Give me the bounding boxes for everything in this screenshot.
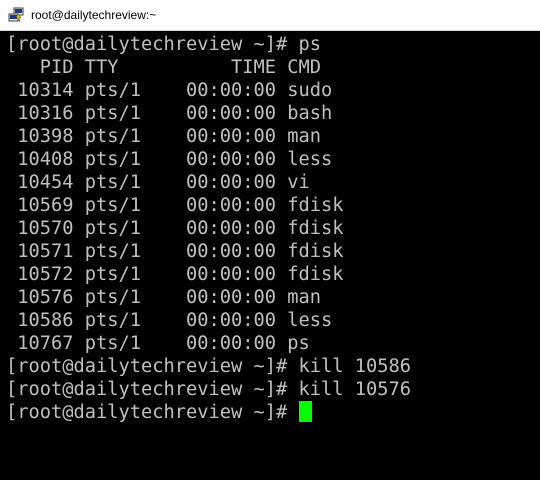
terminal-line: 10454 pts/1 00:00:00 vi [6, 172, 310, 193]
title-bar[interactable]: root@dailytechreview:~ [0, 0, 540, 31]
terminal-line: 10314 pts/1 00:00:00 sudo [6, 80, 333, 101]
terminal-line: 10408 pts/1 00:00:00 less [6, 149, 333, 170]
terminal-lines: [root@dailytechreview ~]# ps PID TTY TIM… [6, 33, 411, 424]
terminal-line: [root@dailytechreview ~]# kill 10586 [6, 356, 412, 377]
putty-icon[interactable] [8, 7, 24, 23]
terminal-line: 10767 pts/1 00:00:00 ps [6, 333, 310, 354]
terminal-line: [root@dailytechreview ~]# ps [6, 34, 322, 55]
terminal-line: [root@dailytechreview ~]# kill 10576 [6, 379, 412, 400]
current-prompt: [root@dailytechreview ~]# [6, 402, 299, 423]
terminal-line: 10570 pts/1 00:00:00 fdisk [6, 218, 344, 239]
terminal-line: 10571 pts/1 00:00:00 fdisk [6, 241, 344, 262]
terminal-output[interactable]: [root@dailytechreview ~]# ps PID TTY TIM… [0, 31, 540, 480]
terminal-line: 10569 pts/1 00:00:00 fdisk [6, 195, 344, 216]
terminal-line: 10586 pts/1 00:00:00 less [6, 310, 333, 331]
terminal-line: 10572 pts/1 00:00:00 fdisk [6, 264, 344, 285]
terminal-prompt-line[interactable]: [root@dailytechreview ~]# [6, 401, 411, 424]
terminal-line: PID TTY TIME CMD [6, 57, 322, 78]
window-title: root@dailytechreview:~ [31, 8, 157, 22]
text-cursor [298, 401, 312, 422]
terminal-line: 10576 pts/1 00:00:00 man [6, 287, 322, 308]
terminal-window: root@dailytechreview:~ [root@dailytechre… [0, 0, 540, 480]
terminal-line: 10398 pts/1 00:00:00 man [6, 126, 322, 147]
terminal-line: 10316 pts/1 00:00:00 bash [6, 103, 333, 124]
